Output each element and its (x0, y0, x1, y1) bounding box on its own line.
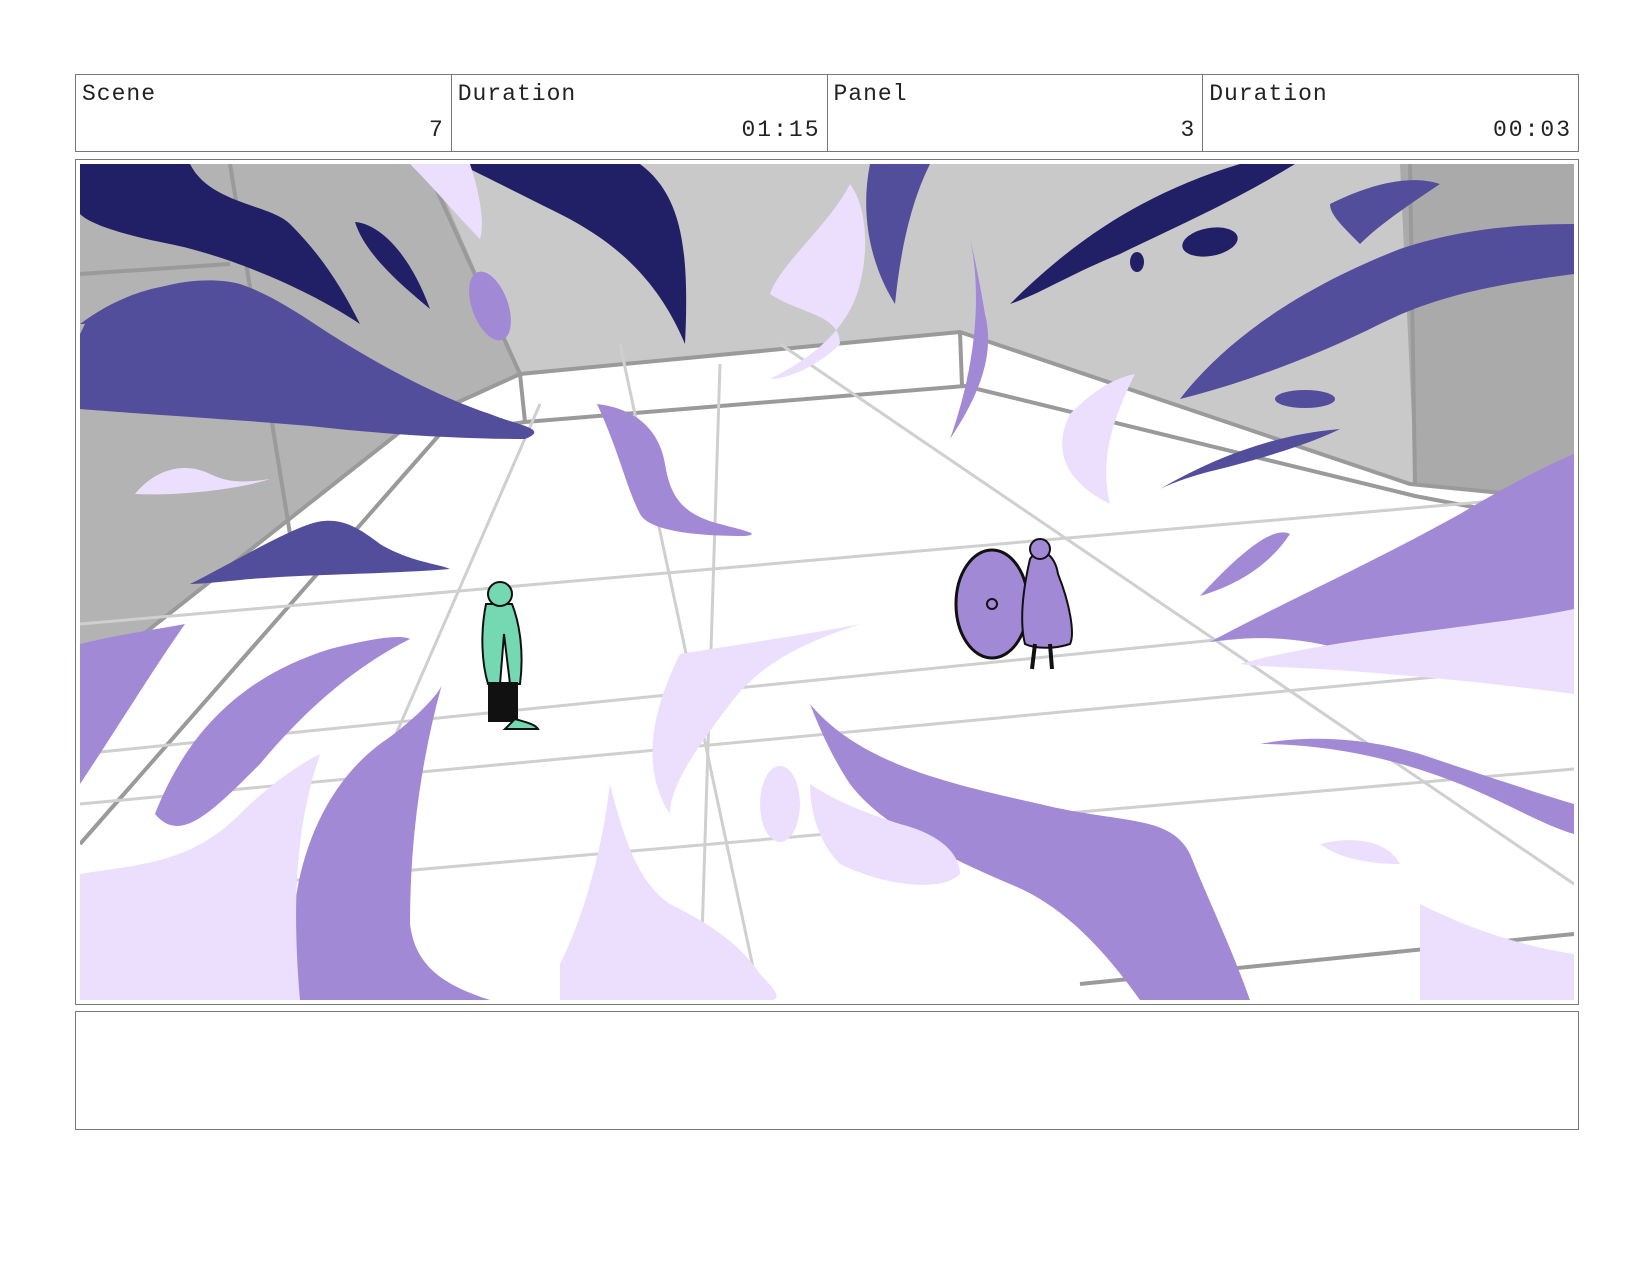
storyboard-panel-frame (75, 159, 1579, 1005)
panel-illustration (80, 164, 1574, 1000)
panel-label: Panel (833, 81, 908, 107)
storyboard-header: Scene 7 Duration 01:15 Panel 3 Duration … (75, 74, 1579, 152)
panel-notes-text (76, 1012, 1578, 1028)
scene-duration-cell: Duration 01:15 (452, 75, 828, 151)
right-wall (1400, 164, 1574, 499)
panel-cell: Panel 3 (828, 75, 1204, 151)
scene-duration-value: 01:15 (741, 117, 821, 143)
scene-label: Scene (82, 81, 157, 107)
panel-number: 3 (1180, 117, 1197, 143)
panel-notes (75, 1011, 1579, 1130)
scene-number: 7 (428, 117, 445, 143)
scene-cell: Scene 7 (76, 75, 452, 151)
panel-duration-label: Duration (1209, 81, 1328, 107)
panel-duration-value: 00:03 (1492, 117, 1572, 143)
panel-duration-cell: Duration 00:03 (1203, 75, 1578, 151)
scene-duration-label: Duration (457, 81, 577, 107)
